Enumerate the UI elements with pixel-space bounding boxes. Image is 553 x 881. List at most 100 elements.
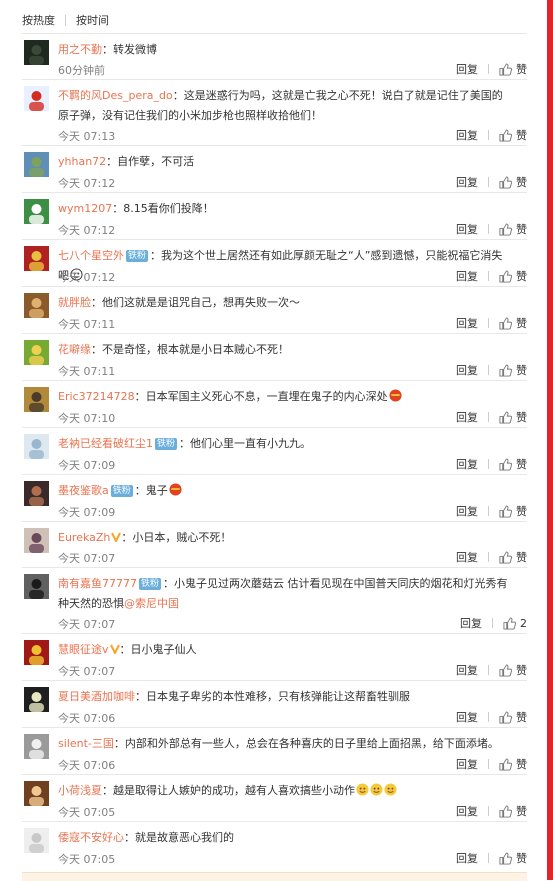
reply-button[interactable]: 回复 xyxy=(456,409,478,425)
reply-button[interactable]: 回复 xyxy=(456,549,478,565)
comment-username[interactable]: 夏日美酒加咖啡 xyxy=(58,690,135,703)
sort-by-time[interactable]: 按时间 xyxy=(76,12,109,28)
comment-username[interactable]: Eric37214728 xyxy=(58,390,135,403)
reply-button[interactable]: 回复 xyxy=(456,174,478,190)
actions-divider xyxy=(488,853,489,863)
comment-username[interactable]: 七八个星空外 xyxy=(58,249,124,262)
comment-row: 夏日美酒加咖啡：日本鬼子卑劣的本性难移，只有核弹能让这帮畜牲驯服 今天 07:06… xyxy=(22,680,527,728)
reply-button[interactable]: 回复 xyxy=(456,268,478,284)
comment-text: 就胖脸：他们这就是是诅咒自己，想再失败一次～ xyxy=(58,293,509,313)
comment-username[interactable]: yhhan72 xyxy=(58,155,106,168)
like-count: 赞 xyxy=(516,411,527,424)
comment-username[interactable]: 用之不勤 xyxy=(58,43,102,56)
like-button[interactable]: 赞 xyxy=(499,709,527,725)
comment-body: ：日小鬼子仙人 xyxy=(119,643,197,656)
actions-divider xyxy=(488,412,489,422)
like-button[interactable]: 赞 xyxy=(499,127,527,143)
reply-button[interactable]: 回复 xyxy=(456,456,478,472)
comment-username[interactable]: wym1207 xyxy=(58,202,112,215)
avatar[interactable] xyxy=(24,828,49,853)
comment-username[interactable]: 倭寇不安好心 xyxy=(58,831,124,844)
comment-actions: 回复 2 xyxy=(460,615,527,631)
like-button[interactable]: 赞 xyxy=(499,409,527,425)
like-button[interactable]: 赞 xyxy=(499,503,527,519)
comment-username[interactable]: EurekaZh xyxy=(58,531,110,544)
comment-time: 今天 07:06 xyxy=(58,759,116,772)
comment-row: 花噼缘：不是奇怪，根本就是小日本贼心不死！ 今天 07:11 回复 赞 xyxy=(22,333,527,381)
like-button[interactable]: 赞 xyxy=(499,268,527,284)
actions-divider xyxy=(488,64,489,74)
comment-username[interactable]: 花噼缘 xyxy=(58,343,91,356)
sort-divider xyxy=(65,14,66,26)
avatar[interactable] xyxy=(24,199,49,224)
comment-username[interactable]: 不羁的风Des_pera_do xyxy=(58,89,173,102)
avatar[interactable] xyxy=(24,293,49,318)
actions-divider xyxy=(488,177,489,187)
comment-row: 南有嘉鱼77777 铁粉 ：小鬼子见过两次蘑菇云 估计看见现在中国普天同庆的烟花和灯… xyxy=(22,567,527,634)
thumbs-up-icon xyxy=(503,616,516,630)
like-button[interactable]: 赞 xyxy=(499,362,527,378)
reply-button[interactable]: 回复 xyxy=(456,662,478,678)
mention-link[interactable]: @索尼中国 xyxy=(124,597,179,610)
comment-body: ：他们这就是是诅咒自己，想再失败一次～ xyxy=(91,296,300,309)
reply-button[interactable]: 回复 xyxy=(456,315,478,331)
like-button[interactable]: 赞 xyxy=(499,662,527,678)
reply-button[interactable]: 回复 xyxy=(456,850,478,866)
avatar[interactable] xyxy=(24,434,49,459)
reply-button[interactable]: 回复 xyxy=(460,615,482,631)
reply-button[interactable]: 回复 xyxy=(456,503,478,519)
avatar[interactable] xyxy=(24,687,49,712)
like-button[interactable]: 赞 xyxy=(499,61,527,77)
comment-time: 今天 07:12 xyxy=(58,177,116,190)
like-button[interactable]: 赞 xyxy=(499,456,527,472)
thumbs-up-icon xyxy=(499,128,512,142)
like-button[interactable]: 赞 xyxy=(499,315,527,331)
reply-button[interactable]: 回复 xyxy=(456,127,478,143)
comment-text: 小荷浅夏：越是取得让人嫉妒的成功，越有人喜欢搞些小动作 xyxy=(58,781,509,801)
avatar[interactable] xyxy=(24,574,49,599)
reply-button[interactable]: 回复 xyxy=(456,756,478,772)
avatar[interactable] xyxy=(24,152,49,177)
comment-username[interactable]: 就胖脸 xyxy=(58,296,91,309)
emoji-icon xyxy=(389,389,402,402)
avatar[interactable] xyxy=(24,481,49,506)
thumbs-up-icon xyxy=(499,316,512,330)
comment-actions: 回复 赞 xyxy=(456,756,527,772)
comment-username[interactable]: 老衲已经看破红尘1 xyxy=(58,437,153,450)
reply-button[interactable]: 回复 xyxy=(456,709,478,725)
avatar[interactable] xyxy=(24,340,49,365)
like-button[interactable]: 赞 xyxy=(499,850,527,866)
sort-by-hot[interactable]: 按热度 xyxy=(22,12,55,28)
avatar[interactable] xyxy=(24,40,49,65)
comment-body: ：我为这个世上居然还有如此厚颜无耻之“人”感到遗憾，只能祝福它消失吧 xyxy=(58,249,503,282)
like-button[interactable]: 赞 xyxy=(499,803,527,819)
actions-divider xyxy=(488,506,489,516)
comment-actions: 回复 赞 xyxy=(456,362,527,378)
comment-username[interactable]: 墨夜鉴歌a xyxy=(58,484,109,497)
avatar[interactable] xyxy=(24,640,49,665)
reply-button[interactable]: 回复 xyxy=(456,221,478,237)
comment-actions: 回复 赞 xyxy=(456,221,527,237)
avatar[interactable] xyxy=(24,86,49,111)
avatar[interactable] xyxy=(24,528,49,553)
comment-username[interactable]: 小荷浅夏 xyxy=(58,784,102,797)
comment-username[interactable]: 慧眼征途v xyxy=(58,643,109,656)
avatar[interactable] xyxy=(24,781,49,806)
like-button[interactable]: 赞 xyxy=(499,221,527,237)
reply-button[interactable]: 回复 xyxy=(456,362,478,378)
reply-button[interactable]: 回复 xyxy=(456,803,478,819)
like-button[interactable]: 赞 xyxy=(499,756,527,772)
like-button[interactable]: 赞 xyxy=(499,174,527,190)
avatar[interactable] xyxy=(24,734,49,759)
comment-username[interactable]: silent-三国 xyxy=(58,737,114,750)
like-button[interactable]: 2 xyxy=(503,617,527,630)
avatar[interactable] xyxy=(24,387,49,412)
reply-button[interactable]: 回复 xyxy=(456,61,478,77)
fan-badge: 铁粉 xyxy=(155,438,178,450)
avatar[interactable] xyxy=(24,246,49,271)
like-button[interactable]: 赞 xyxy=(499,549,527,565)
like-count: 赞 xyxy=(516,664,527,677)
comment-row: 老衲已经看破红尘1 铁粉 ：他们心里一直有小九九。 今天 07:09 回复 赞 xyxy=(22,427,527,475)
comment-username[interactable]: 南有嘉鱼77777 xyxy=(58,577,137,590)
comment-row: 倭寇不安好心：就是故意恶心我们的 今天 07:05 回复 赞 xyxy=(22,821,527,869)
